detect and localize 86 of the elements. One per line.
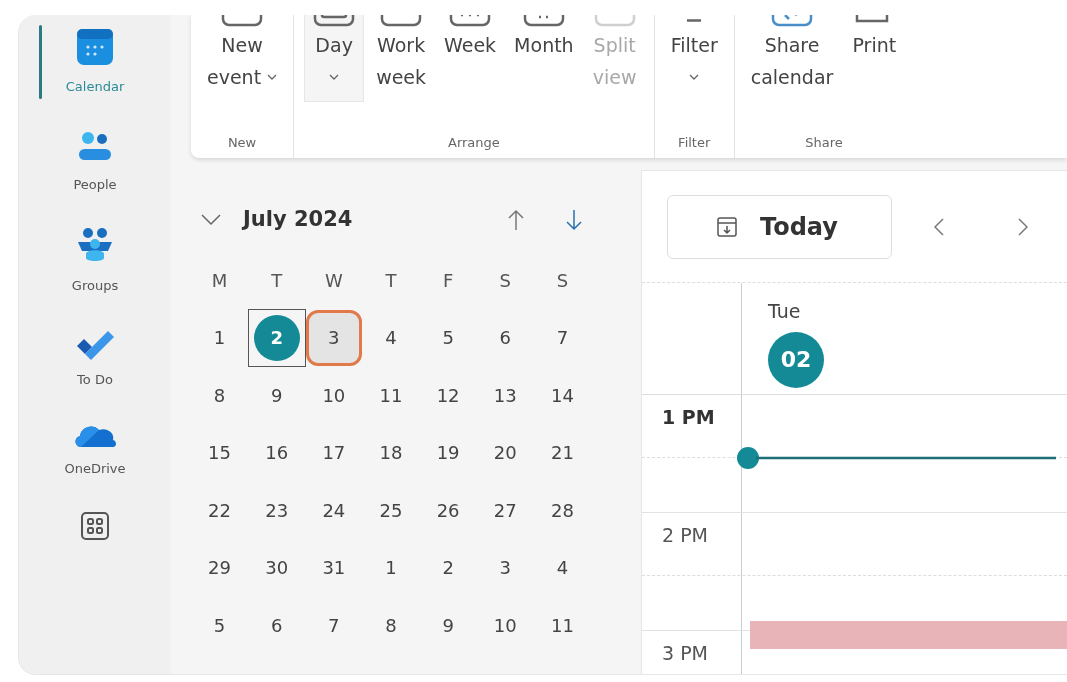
date-cell[interactable]: 28: [534, 482, 591, 539]
date-cell[interactable]: 24: [305, 482, 362, 539]
date-cell[interactable]: 20: [477, 424, 534, 481]
nav-item[interactable]: OneDrive: [19, 419, 171, 481]
ribbon-button[interactable]: Filter: [664, 15, 724, 101]
date-cell[interactable]: 25: [363, 482, 419, 539]
date-cell[interactable]: 5: [420, 309, 477, 366]
date-cell[interactable]: 3: [305, 309, 362, 366]
weekday-label: W: [323, 269, 344, 293]
date-cell[interactable]: 12: [420, 367, 477, 424]
hour-label: 3 PM: [662, 642, 708, 664]
date-cell[interactable]: 5: [191, 597, 248, 654]
nav-item[interactable]: People: [19, 126, 171, 196]
ribbon-button[interactable]: Print: [845, 15, 904, 69]
date-cell[interactable]: 11: [534, 597, 591, 654]
arrow-up-icon[interactable]: [507, 209, 525, 231]
ribbon-button[interactable]: Work week: [370, 15, 433, 101]
date-cell[interactable]: 1: [191, 309, 248, 366]
nav-label: OneDrive: [64, 460, 126, 478]
date-cell[interactable]: 30: [248, 539, 305, 596]
nav-item[interactable]: Calendar: [19, 25, 171, 99]
date-cell[interactable]: 6: [477, 309, 534, 366]
date-cell[interactable]: 13: [477, 367, 534, 424]
group-label: New: [227, 134, 257, 152]
weekday-label: T: [270, 269, 284, 293]
group-label: Share: [805, 134, 843, 152]
date-cell[interactable]: 2: [420, 539, 477, 596]
date-cell[interactable]: 9: [248, 367, 305, 424]
date-cell[interactable]: 1: [363, 539, 419, 596]
date-cell[interactable]: 22: [191, 482, 248, 539]
date-cell[interactable]: 27: [477, 482, 534, 539]
weekday-label: F: [441, 269, 455, 293]
month-title: July 2024: [243, 206, 353, 234]
date-cell[interactable]: 11: [363, 367, 419, 424]
nav-label: Calendar: [65, 78, 125, 96]
hour-label: 2 PM: [662, 524, 708, 546]
date-cell[interactable]: 18: [363, 424, 419, 481]
today-button[interactable]: Today: [667, 194, 892, 259]
date-cell[interactable]: 21: [534, 424, 591, 481]
date-cell[interactable]: 16: [248, 424, 305, 481]
date-cell[interactable]: 9: [420, 597, 477, 654]
nav-item[interactable]: Groups: [19, 224, 171, 298]
date-cell[interactable]: 8: [191, 367, 248, 424]
date-cell[interactable]: 3: [477, 539, 534, 596]
weekday-label: S: [555, 269, 570, 293]
date-cell[interactable]: 4: [534, 539, 591, 596]
ribbon-button[interactable]: Month: [508, 15, 580, 69]
date-cell[interactable]: 7: [534, 309, 591, 366]
weekday-label: S: [498, 269, 512, 293]
date-cell[interactable]: 19: [420, 424, 477, 481]
date-cell[interactable]: 6: [248, 597, 305, 654]
apps-icon: [80, 510, 110, 541]
ribbon-button[interactable]: Week: [438, 15, 503, 69]
weekday-label: M: [210, 269, 229, 293]
weekday-label: T: [384, 269, 398, 293]
ribbon-button[interactable]: Day: [304, 15, 365, 102]
calendar-today-icon: [716, 215, 738, 238]
nav-item[interactable]: To Do: [19, 325, 171, 391]
date-cell[interactable]: 7: [305, 597, 362, 654]
date-cell[interactable]: 10: [477, 597, 534, 654]
date-cell[interactable]: 26: [420, 482, 477, 539]
group-label: Arrange: [448, 134, 500, 152]
date-cell[interactable]: 23: [248, 482, 305, 539]
date-cell[interactable]: 29: [191, 539, 248, 596]
ribbon-button[interactable]: Share calendar: [744, 15, 840, 101]
day-name: Tue: [768, 299, 802, 324]
date-cell[interactable]: 31: [305, 539, 362, 596]
date-cell[interactable]: 8: [363, 597, 419, 654]
nav-label: To Do: [77, 370, 113, 389]
arrow-down-icon[interactable]: [565, 209, 583, 231]
date-cell[interactable]: 14: [534, 367, 591, 424]
calendar-icon: [75, 27, 115, 67]
chevron-right-icon[interactable]: [1018, 217, 1028, 236]
date-cell[interactable]: 15: [191, 424, 248, 481]
nav-label: People: [73, 175, 117, 194]
date-cell[interactable]: 4: [363, 309, 419, 366]
filter-icon: [687, 19, 702, 23]
group-label: Filter: [678, 134, 711, 152]
hour-label: 1 PM: [662, 406, 715, 428]
date-cell[interactable]: 17: [305, 424, 362, 481]
chevron-down-icon[interactable]: [201, 214, 221, 226]
date-cell[interactable]: 10: [305, 367, 362, 424]
chevron-left-icon[interactable]: [934, 217, 944, 236]
nav-label: Groups: [71, 277, 119, 295]
ribbon-button[interactable]: New event: [201, 15, 284, 101]
day-number: 02: [768, 331, 824, 388]
